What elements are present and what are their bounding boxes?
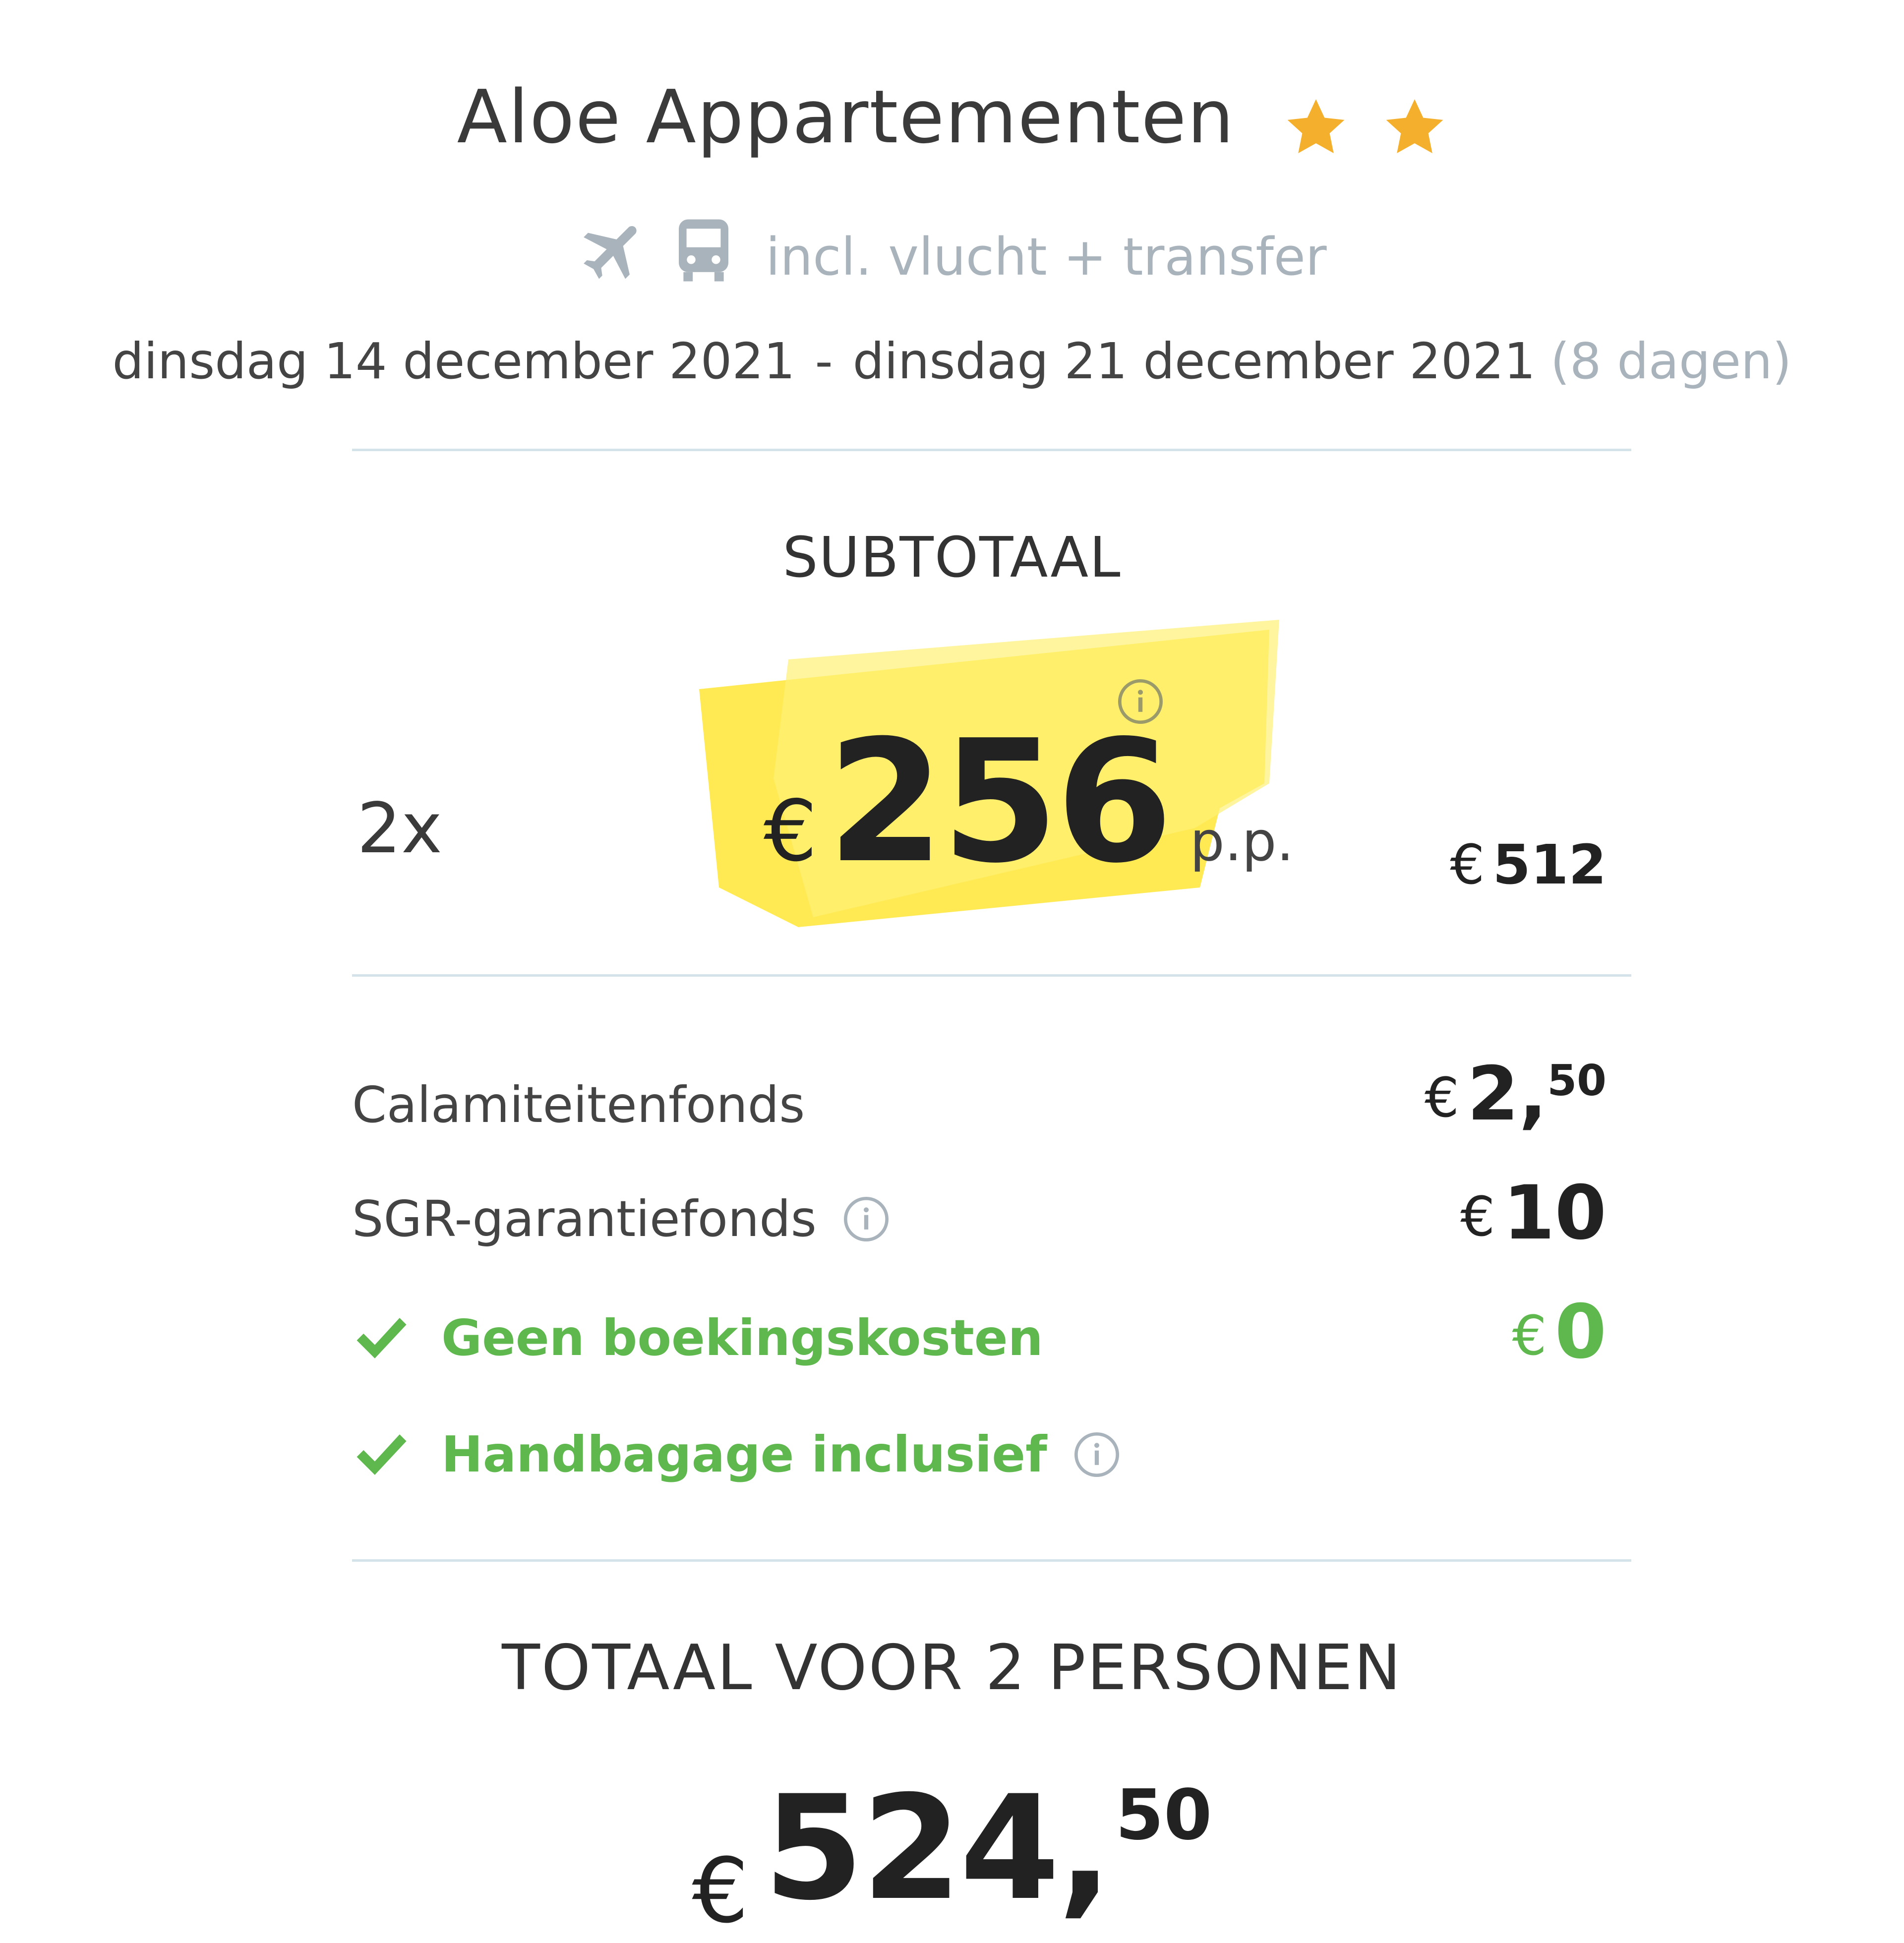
subtotal-amount: €512 bbox=[1450, 833, 1606, 896]
price-pp-value: 256 bbox=[827, 704, 1173, 900]
quantity: 2x bbox=[357, 788, 442, 869]
currency-symbol: € bbox=[1424, 1066, 1459, 1129]
fee-whole: 0 bbox=[1554, 1289, 1606, 1375]
date-separator: - bbox=[815, 332, 833, 390]
start-date: dinsdag 14 december 2021 bbox=[112, 332, 795, 390]
package-text: incl. vlucht + transfer bbox=[766, 226, 1327, 287]
info-icon[interactable] bbox=[1116, 677, 1165, 726]
divider bbox=[352, 1559, 1631, 1562]
currency-symbol: € bbox=[1460, 1185, 1495, 1248]
currency-symbol: € bbox=[692, 1839, 749, 1943]
total-whole: 524, bbox=[764, 1765, 1113, 1932]
star-rating bbox=[1274, 79, 1447, 165]
hotel-name: Aloe Appartementen bbox=[457, 74, 1235, 160]
fee-cents: 50 bbox=[1547, 1056, 1606, 1106]
trip-duration: (8 dagen) bbox=[1550, 332, 1792, 390]
fee-label: SGR-garantiefonds bbox=[352, 1190, 817, 1248]
fee-amount: €10 bbox=[1460, 1170, 1606, 1256]
checkmark-icon bbox=[357, 1434, 407, 1475]
pp-suffix: p.p. bbox=[1190, 810, 1294, 873]
airplane-icon bbox=[577, 213, 652, 300]
bus-icon bbox=[671, 213, 736, 300]
fee-row-boekingskosten: Geen boekingskosten bbox=[352, 1309, 1043, 1367]
fee-label: Geen boekingskosten bbox=[441, 1309, 1043, 1367]
fee-label: Calamiteitenfonds bbox=[352, 1076, 805, 1134]
subtotal-value: 512 bbox=[1492, 833, 1606, 896]
total-amount: €524, 50 bbox=[0, 1765, 1904, 1943]
divider bbox=[352, 449, 1631, 451]
currency-symbol: € bbox=[1512, 1304, 1547, 1367]
fee-row-sgr-garantiefonds: SGR-garantiefonds bbox=[352, 1190, 891, 1248]
hotel-title: Aloe Appartementen bbox=[0, 74, 1904, 165]
end-date: dinsdag 21 december 2021 bbox=[852, 332, 1536, 390]
info-icon[interactable] bbox=[841, 1194, 891, 1244]
total-label: TOTAAL VOOR 2 PERSONEN bbox=[501, 1631, 1403, 1704]
fee-row-calamiteitenfonds: Calamiteitenfonds bbox=[352, 1076, 805, 1134]
fee-amount: €2, 50 bbox=[1425, 1051, 1606, 1137]
info-icon[interactable] bbox=[1072, 1430, 1122, 1479]
currency-symbol: € bbox=[764, 782, 818, 881]
fee-amount: €0 bbox=[1512, 1289, 1606, 1375]
package-inclusions: incl. vlucht + transfer bbox=[0, 213, 1904, 300]
currency-symbol: € bbox=[1450, 833, 1485, 896]
price-per-person: € 256 p.p. bbox=[764, 704, 1294, 900]
star-icon bbox=[1386, 99, 1443, 153]
total-cents: 50 bbox=[1115, 1775, 1212, 1856]
fee-row-handbagage: Handbagage inclusief bbox=[352, 1425, 1122, 1483]
divider bbox=[352, 974, 1631, 977]
travel-dates: dinsdag 14 december 2021- dinsdag 21 dece… bbox=[0, 332, 1904, 390]
star-icon bbox=[1287, 99, 1345, 153]
fee-whole: 2, bbox=[1467, 1051, 1547, 1137]
subtotal-label: SUBTOTAAL bbox=[782, 526, 1122, 590]
checkmark-icon bbox=[357, 1317, 407, 1358]
fee-whole: 10 bbox=[1503, 1170, 1606, 1256]
fee-label: Handbagage inclusief bbox=[441, 1425, 1047, 1483]
